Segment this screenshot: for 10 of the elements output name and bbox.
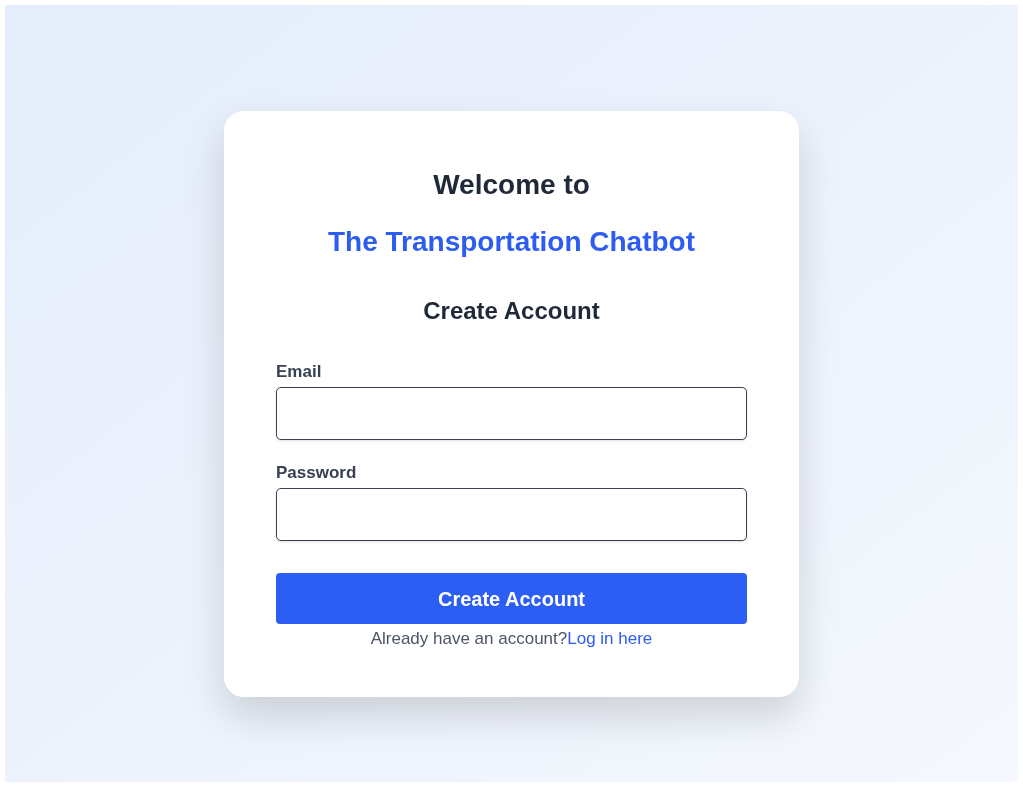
create-account-button[interactable]: Create Account xyxy=(276,573,747,624)
app-name-title: The Transportation Chatbot xyxy=(326,225,697,259)
field-label: Email xyxy=(276,361,322,383)
input-field[interactable] xyxy=(276,387,747,440)
field-label: Password xyxy=(276,462,357,484)
footer-text: Already have an account? xyxy=(370,628,568,650)
form-heading: Create Account xyxy=(422,296,601,326)
welcome-title: Welcome to xyxy=(432,168,591,202)
input-field[interactable] xyxy=(276,488,747,541)
login-link[interactable]: Log in here xyxy=(567,627,653,651)
